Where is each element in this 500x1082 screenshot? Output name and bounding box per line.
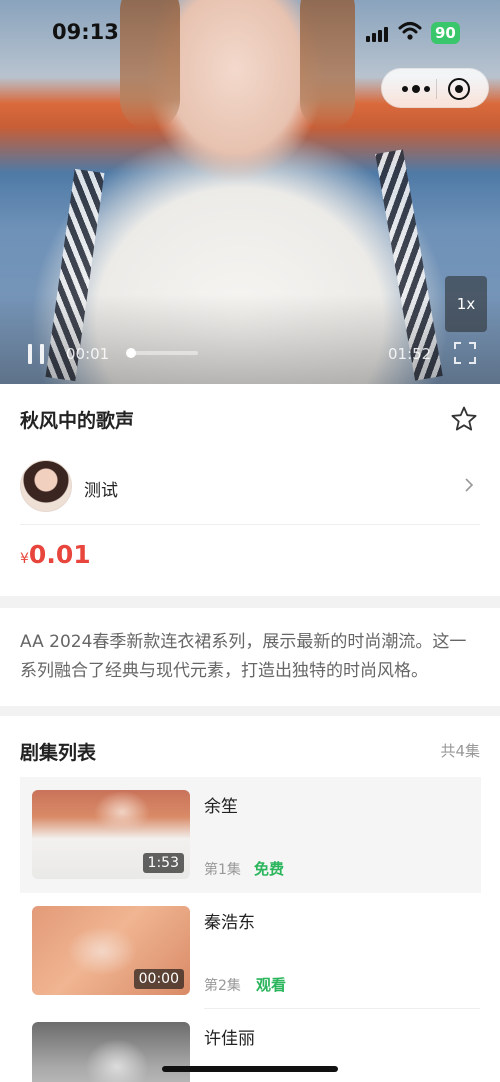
episode-item[interactable]: 00:00 秦浩东 第2集 观看 xyxy=(20,893,481,1009)
signal-bars-icon xyxy=(366,26,388,42)
author-row[interactable]: 测试 xyxy=(20,457,480,525)
battery-indicator: 90 xyxy=(431,22,460,44)
video-controls-shade xyxy=(0,294,500,384)
status-bar: 09:13 90 xyxy=(0,0,500,66)
episode-name: 许佳丽 xyxy=(204,1029,255,1049)
playback-speed-button[interactable]: 1x xyxy=(445,276,487,332)
favorite-star-icon[interactable] xyxy=(450,405,478,433)
chevron-right-icon xyxy=(465,478,474,492)
more-dots-icon[interactable] xyxy=(396,69,436,109)
description-text: AA 2024春季新款连衣裙系列，展示最新的时尚潮流。这一系列融合了经典与现代元… xyxy=(20,632,467,681)
episode-thumbnail: 1:53 xyxy=(32,790,190,879)
episode-item[interactable]: 1:53 余笙 第1集 免费 xyxy=(20,777,481,893)
price: ¥0.01 xyxy=(20,540,91,569)
episode-duration: 00:00 xyxy=(133,969,184,989)
total-time: 01:52 xyxy=(388,345,432,363)
episode-number: 第1集 xyxy=(204,862,241,878)
progress-bar[interactable] xyxy=(126,348,198,358)
status-time: 09:13 xyxy=(52,20,119,44)
capsule-divider xyxy=(436,79,437,99)
video-title: 秋风中的歌声 xyxy=(20,410,135,432)
close-miniprogram-icon[interactable] xyxy=(448,78,470,100)
episode-number: 第2集 xyxy=(204,978,241,994)
price-value: 0.01 xyxy=(28,540,91,569)
fullscreen-icon[interactable] xyxy=(453,341,477,365)
miniprogram-capsule xyxy=(381,68,489,108)
episode-count: 共4集 xyxy=(440,742,480,760)
author-name: 测试 xyxy=(84,481,118,501)
episode-duration: 1:53 xyxy=(142,853,184,873)
pause-icon[interactable] xyxy=(28,344,46,364)
home-indicator xyxy=(162,1066,338,1072)
episode-tag: 免费 xyxy=(254,860,285,878)
episode-thumbnail xyxy=(32,1022,190,1082)
wifi-icon xyxy=(398,22,422,40)
price-currency: ¥ xyxy=(20,551,29,567)
episode-thumbnail: 00:00 xyxy=(32,906,190,995)
episode-tag: 观看 xyxy=(256,976,287,994)
episode-name: 秦浩东 xyxy=(204,913,255,933)
progress-knob[interactable] xyxy=(126,348,136,358)
episode-list-title: 剧集列表 xyxy=(20,742,97,764)
episode-name: 余笙 xyxy=(204,797,238,817)
avatar xyxy=(20,460,72,512)
current-time: 00:01 xyxy=(66,345,110,363)
description-card: AA 2024春季新款连衣裙系列，展示最新的时尚潮流。这一系列融合了经典与现代元… xyxy=(0,608,500,706)
